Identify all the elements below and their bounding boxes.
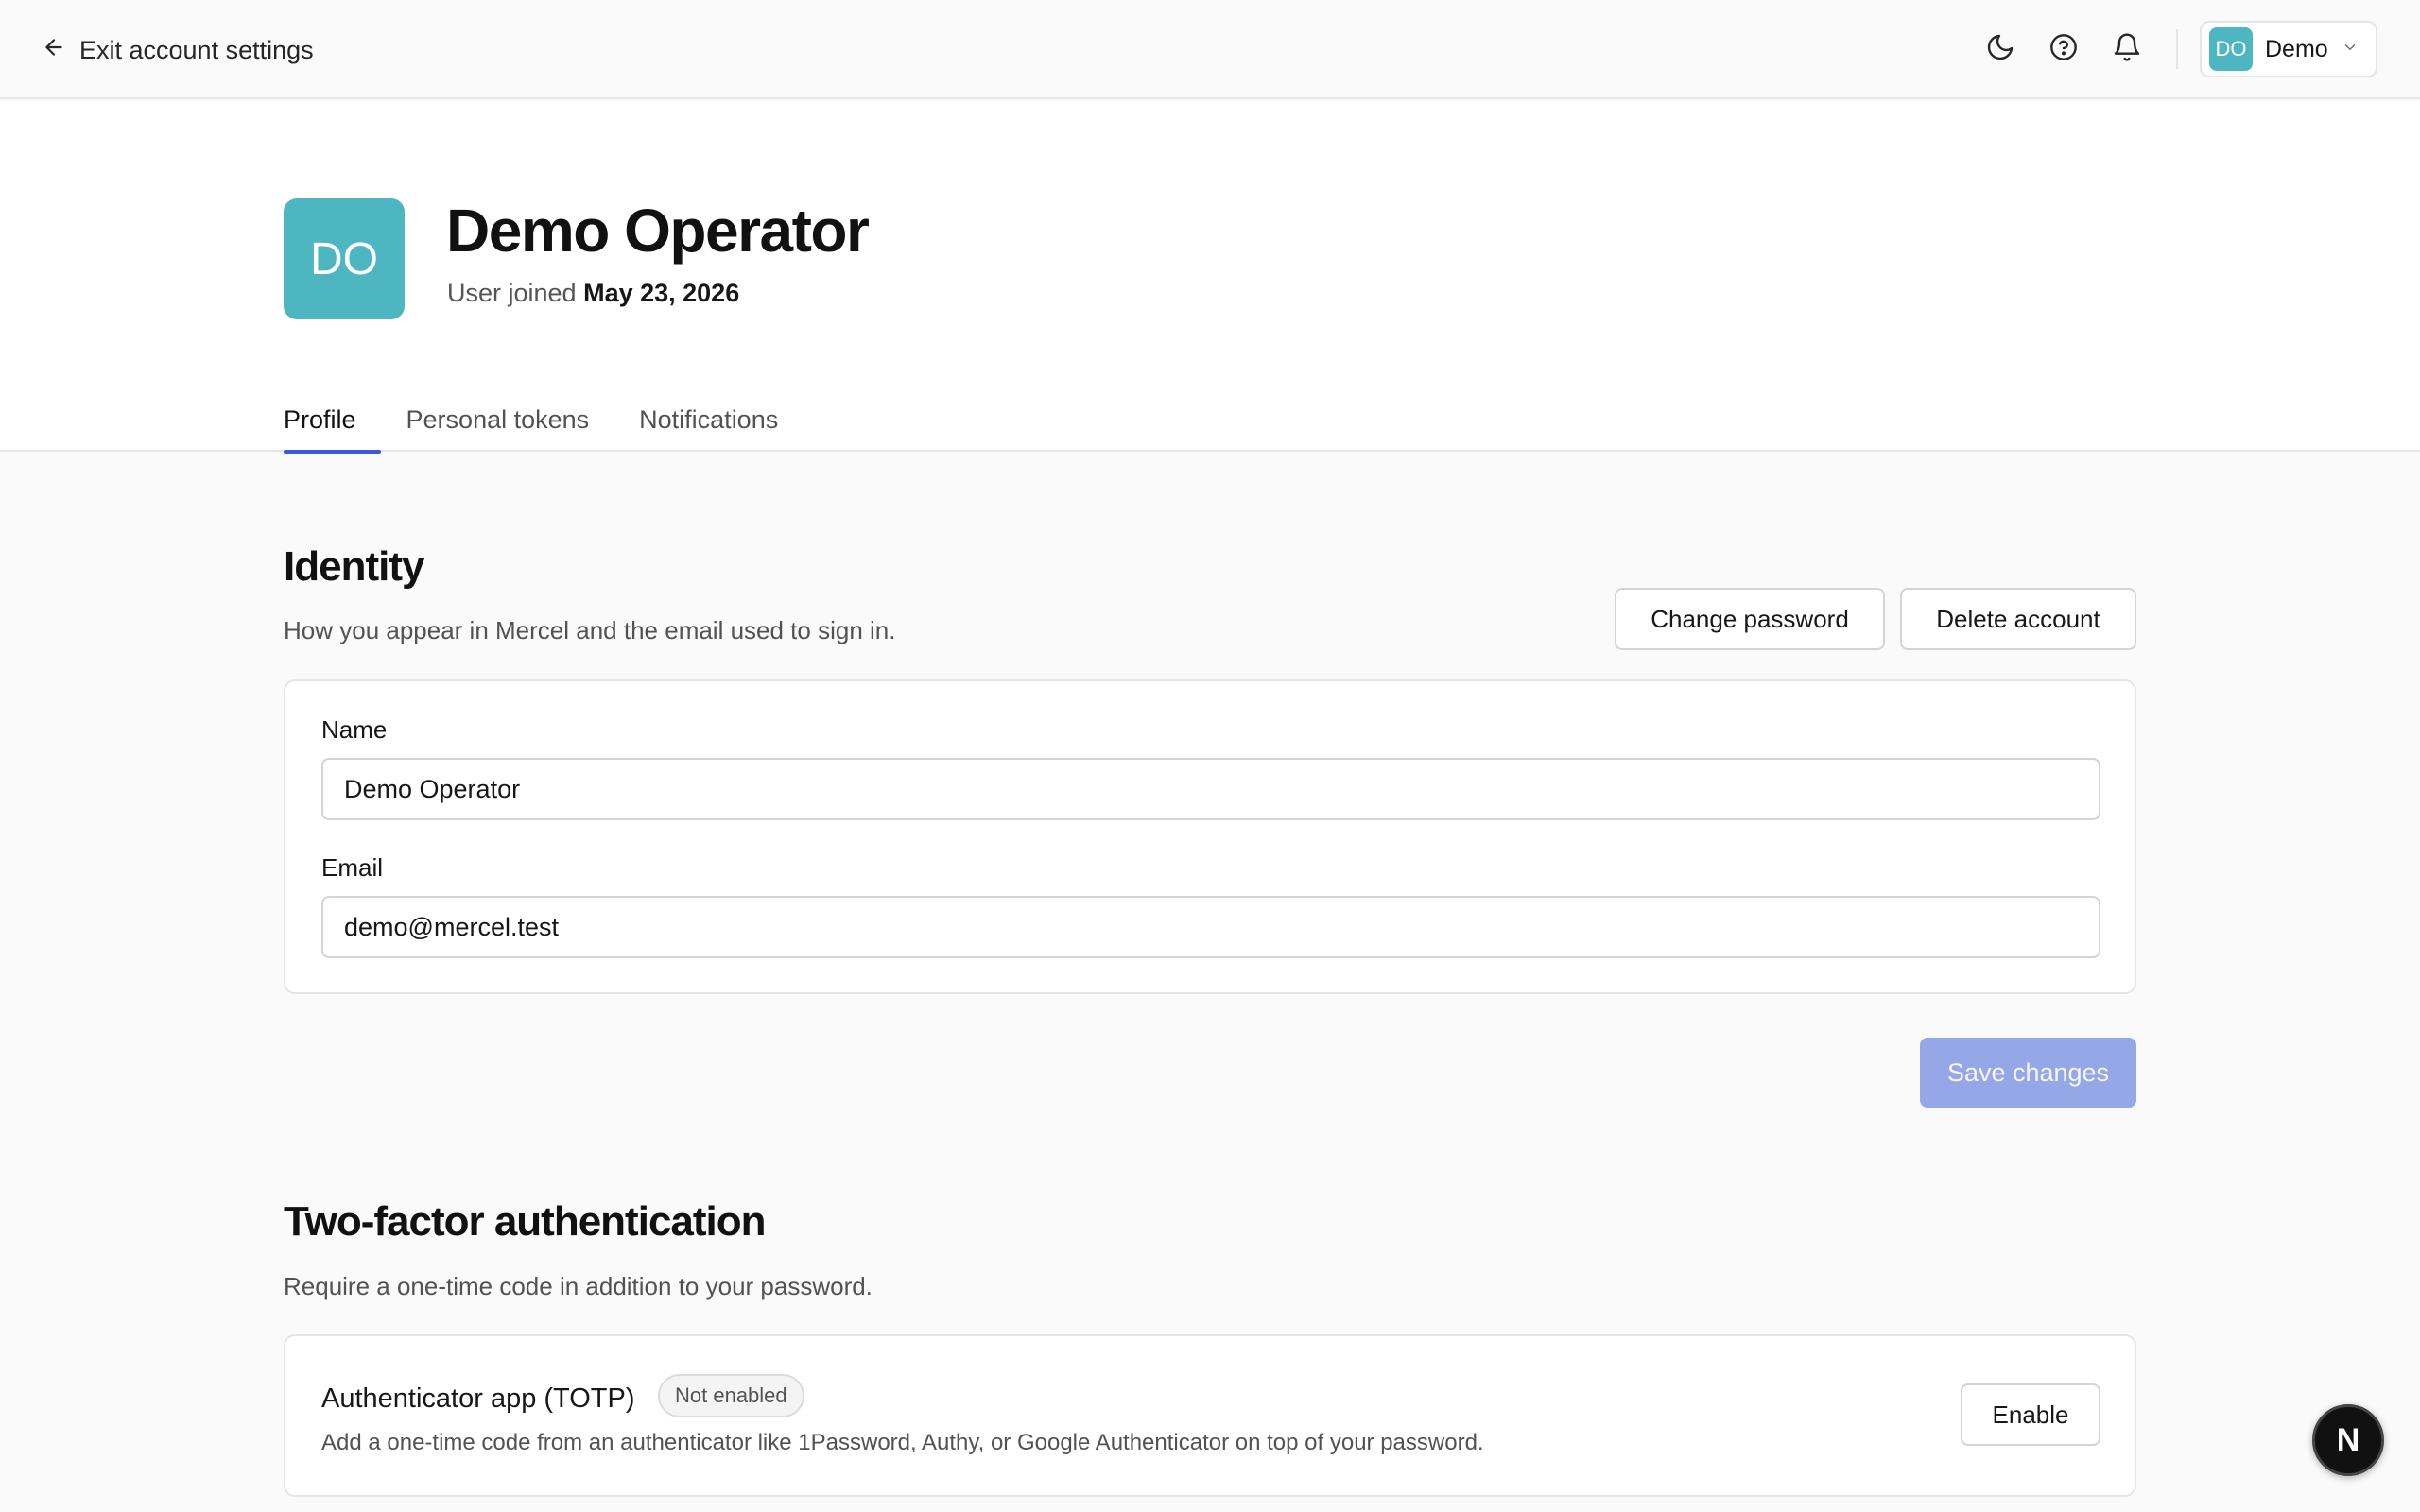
status-badge: Not enabled [658, 1374, 804, 1418]
totp-title: Authenticator app (TOTP) [321, 1383, 635, 1414]
settings-tabs: Profile Personal tokens Notifications [284, 394, 828, 454]
arrow-left-icon [42, 35, 66, 66]
next-dev-tools-button[interactable]: N [2312, 1404, 2384, 1476]
user-menu-button[interactable]: DO Demo [2200, 21, 2377, 77]
avatar: DO [2209, 27, 2253, 71]
identity-title: Identity [284, 543, 424, 590]
notifications-button[interactable] [2106, 28, 2148, 70]
name-field[interactable] [321, 758, 2100, 820]
tab-personal-tokens[interactable]: Personal tokens [406, 394, 590, 452]
joined-date-value: May 23, 2026 [583, 279, 740, 307]
tab-notifications[interactable]: Notifications [639, 394, 778, 452]
save-changes-button[interactable]: Save changes [1920, 1038, 2136, 1108]
tab-profile[interactable]: Profile [284, 394, 380, 454]
joined-prefix: User joined [447, 279, 577, 307]
moon-icon [1985, 32, 2015, 67]
two-factor-description: Require a one-time code in addition to y… [284, 1272, 873, 1300]
identity-description: How you appear in Mercel and the email u… [284, 616, 896, 644]
email-label: Email [321, 853, 384, 882]
identity-card: Name Email [284, 679, 2136, 994]
profile-avatar: DO [284, 198, 405, 319]
enable-totp-button[interactable]: Enable [1961, 1383, 2100, 1446]
bell-icon [2112, 32, 2142, 67]
exit-label: Exit account settings [79, 35, 314, 64]
top-bar: Exit account settings DO Demo [0, 0, 2420, 99]
email-field[interactable] [321, 896, 2100, 958]
theme-toggle-button[interactable] [1979, 28, 2021, 70]
user-name: Demo [2265, 35, 2328, 62]
two-factor-title: Two-factor authentication [284, 1198, 767, 1245]
joined-date: User joined May 23, 2026 [447, 279, 739, 308]
exit-account-settings-link[interactable]: Exit account settings [42, 31, 314, 69]
help-circle-icon [2048, 32, 2079, 67]
delete-account-button[interactable]: Delete account [1900, 588, 2136, 650]
totp-card: Authenticator app (TOTP) Not enabled Add… [284, 1334, 2136, 1497]
page-title: Demo Operator [446, 197, 870, 265]
fab-letter: N [2336, 1421, 2360, 1458]
help-button[interactable] [2043, 28, 2084, 70]
profile-header: DO Demo Operator User joined May 23, 202… [0, 101, 2420, 454]
change-password-button[interactable]: Change password [1615, 588, 1885, 650]
divider [2176, 29, 2178, 69]
chevron-down-icon [2328, 39, 2359, 60]
name-label: Name [321, 715, 388, 744]
totp-description: Add a one-time code from an authenticato… [321, 1430, 1484, 1455]
